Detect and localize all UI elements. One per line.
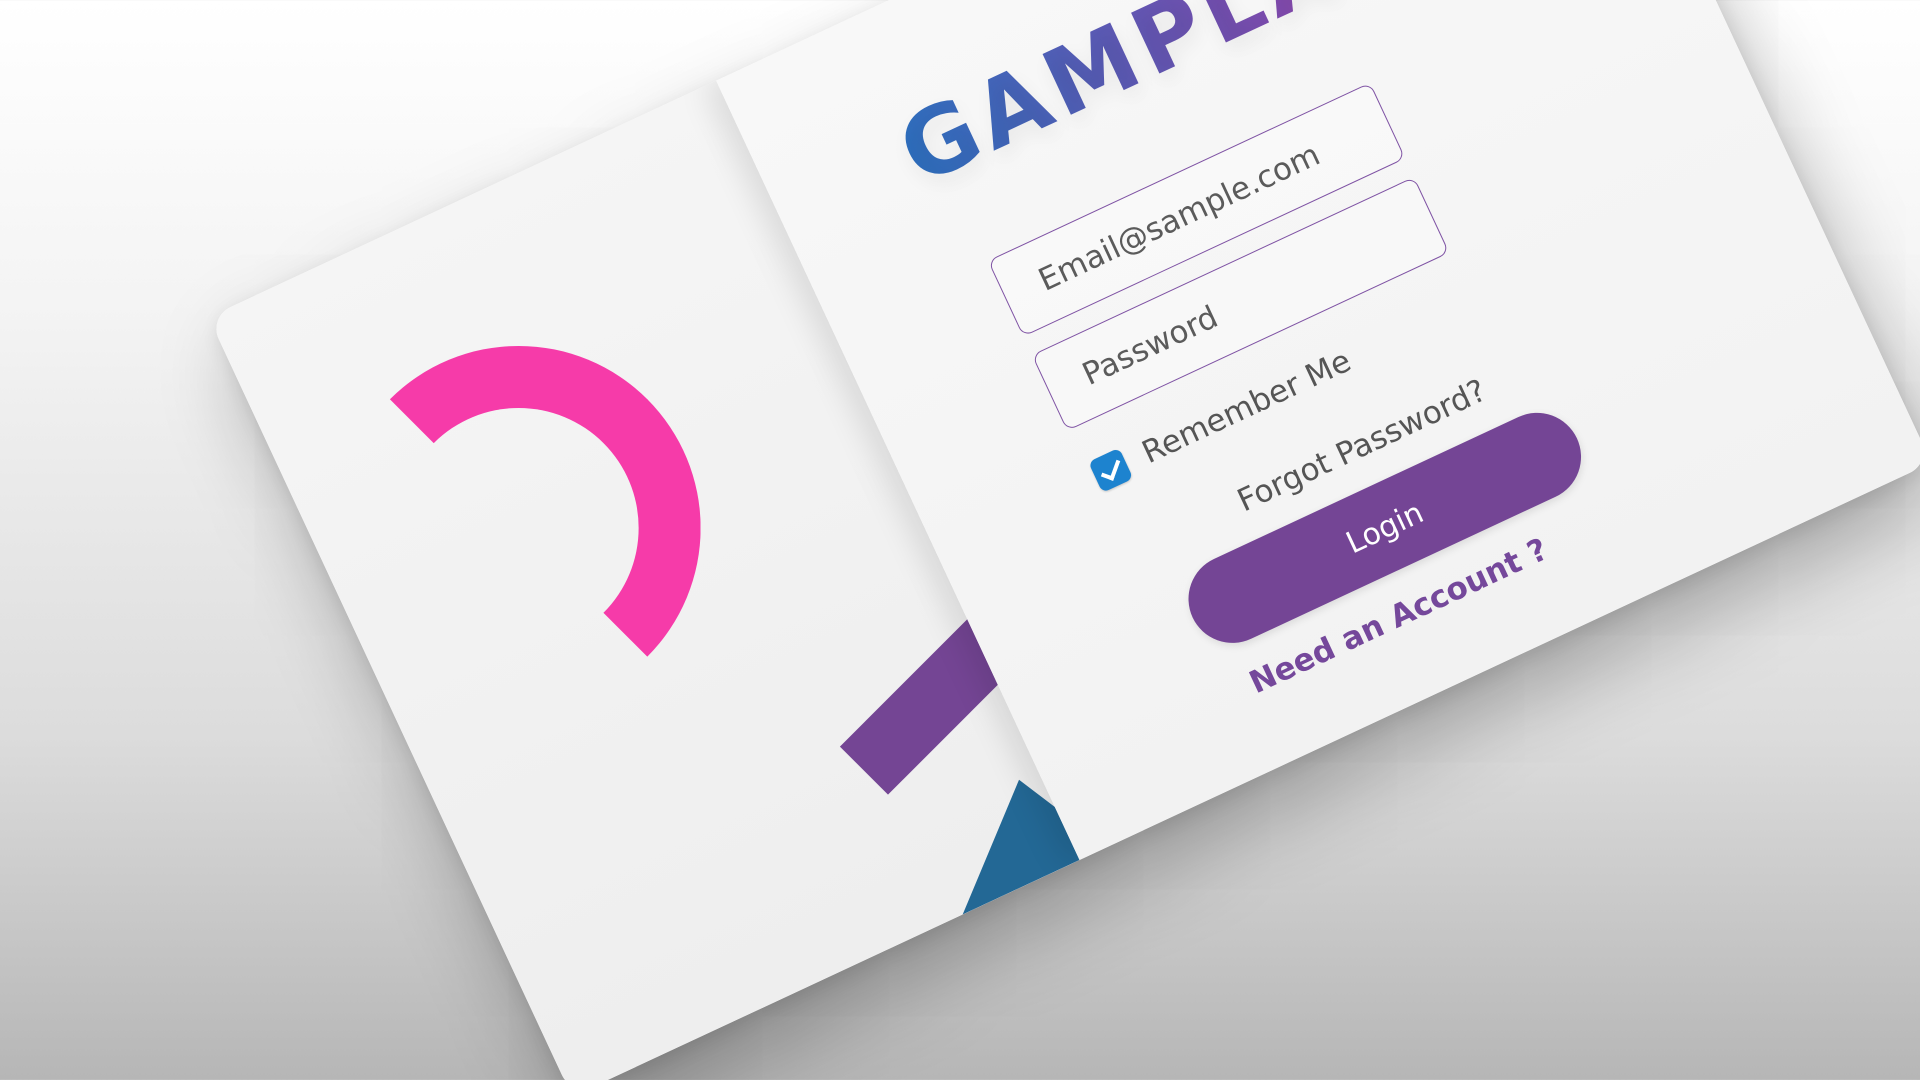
- login-card: GAMPLAYING Remember Me Forgot Password? …: [208, 0, 1920, 1080]
- remember-me-checkbox[interactable]: [1088, 447, 1134, 493]
